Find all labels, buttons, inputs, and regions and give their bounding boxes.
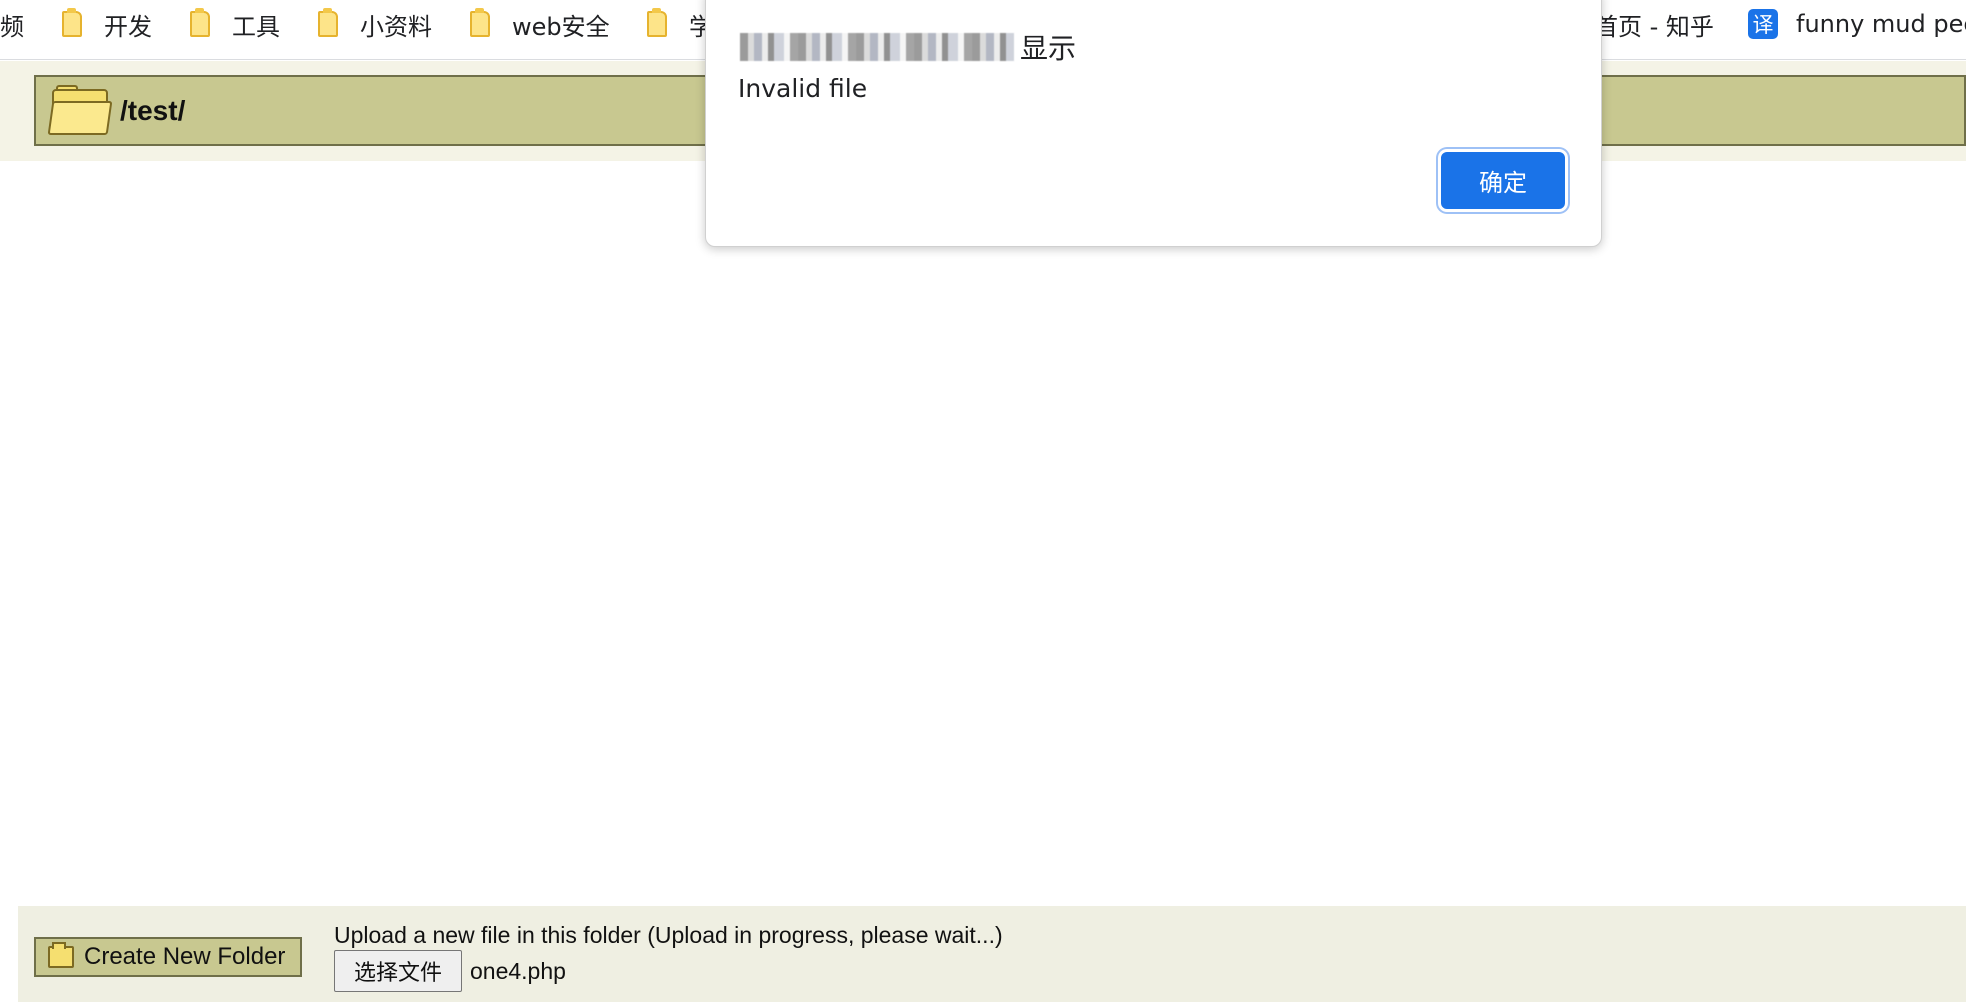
- bookmark-folder-tools[interactable]: 工具: [190, 0, 280, 48]
- redacted-site-origin: [740, 33, 1014, 61]
- selected-file-name: one4.php: [470, 958, 566, 984]
- bookmark-folder-dev[interactable]: 开发: [62, 0, 152, 48]
- open-folder-icon: [47, 84, 113, 137]
- dialog-title: 显示: [740, 27, 1076, 67]
- dialog-title-suffix: 显示: [1020, 32, 1077, 65]
- translate-icon: 译: [1748, 9, 1778, 39]
- bookmark-label: web安全: [512, 12, 610, 41]
- folder-icon: [190, 8, 210, 37]
- folder-icon: [470, 8, 490, 37]
- create-new-folder-button[interactable]: Create New Folder: [34, 937, 302, 977]
- bookmark-folder-study[interactable]: 学: [647, 0, 713, 48]
- bookmark-zhihu[interactable]: 首页 - 知乎: [1594, 0, 1714, 48]
- bookmark-label: 首页 - 知乎: [1594, 12, 1714, 41]
- bookmark-folder-websec[interactable]: web安全: [470, 0, 610, 48]
- ok-button[interactable]: 确定: [1441, 152, 1565, 209]
- bookmark-partial-video[interactable]: 频: [0, 0, 24, 48]
- bookmark-folder-notes[interactable]: 小资料: [318, 0, 432, 48]
- page-left-strip: [0, 61, 12, 161]
- create-new-folder-label: Create New Folder: [84, 943, 286, 970]
- bookmark-label: 小资料: [360, 12, 432, 41]
- bottom-actions-panel: [18, 906, 1966, 1002]
- folder-icon: [318, 8, 338, 37]
- upload-prompt: Upload a new file in this folder (Upload…: [334, 922, 1003, 948]
- current-path: /test/: [120, 94, 186, 126]
- bookmark-label: funny mud pee: [1796, 10, 1966, 38]
- bookmark-label: 工具: [232, 12, 280, 41]
- folder-icon: [647, 8, 667, 37]
- bookmark-label: 开发: [104, 12, 152, 41]
- dialog-message: Invalid file: [738, 74, 868, 103]
- folder-icon: [62, 8, 82, 37]
- bookmark-label: 频: [0, 12, 24, 41]
- choose-file-button[interactable]: 选择文件: [334, 950, 462, 992]
- folder-icon: [48, 942, 74, 968]
- alert-dialog: 显示 Invalid file 确定: [705, 0, 1602, 247]
- bookmark-translate[interactable]: 译 funny mud pee: [1748, 0, 1966, 48]
